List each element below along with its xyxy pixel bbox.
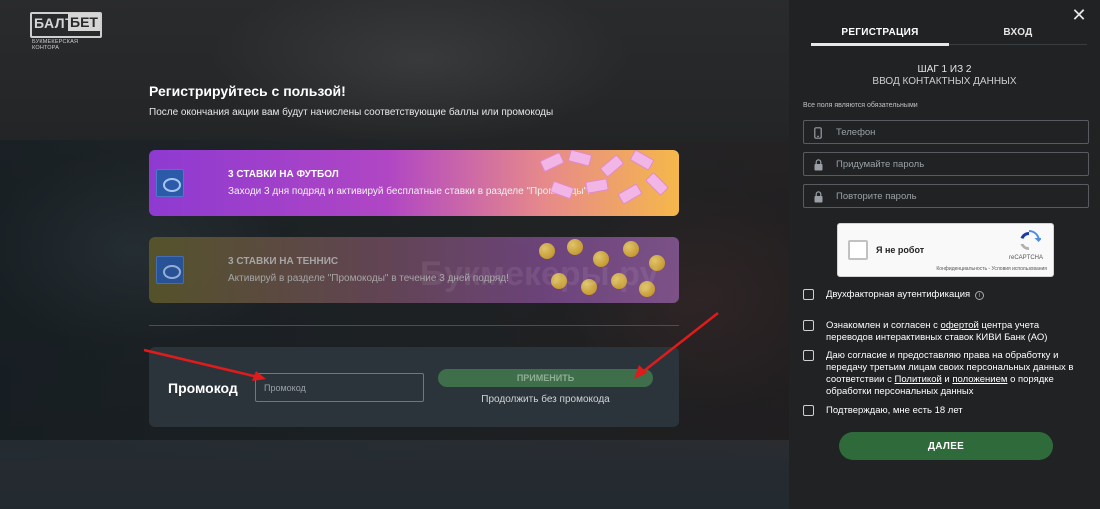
phone-field[interactable]: Телефон xyxy=(803,120,1089,144)
card-title: 3 СТАВКИ НА ФУТБОЛ xyxy=(228,169,339,180)
registration-panel: ✕ РЕГИСТРАЦИЯ ВХОД ШАГ 1 ИЗ 2 ВВОД КОНТА… xyxy=(789,0,1100,509)
close-icon[interactable]: ✕ xyxy=(1070,6,1088,24)
password-repeat-field[interactable]: Повторите пароль xyxy=(803,184,1089,208)
step-title: ВВОД КОНТАКТНЫХ ДАННЫХ xyxy=(872,76,1017,87)
watermark: Букмекеры.ру xyxy=(420,255,659,293)
card-logo-icon xyxy=(156,169,184,197)
password-placeholder: Придумайте пароль xyxy=(836,159,925,170)
phone-icon xyxy=(814,127,824,139)
promo-subtitle: После окончания акции вам будут начислен… xyxy=(149,107,554,118)
divider xyxy=(149,325,679,326)
tab-registration[interactable]: РЕГИСТРАЦИЯ xyxy=(811,27,949,38)
annotation-arrow-left xyxy=(143,348,266,381)
apply-button[interactable]: ПРИМЕНИТЬ xyxy=(438,369,653,387)
policy-link[interactable]: Политикой xyxy=(895,374,942,385)
age-label: Подтверждаю, мне есть 18 лет xyxy=(826,405,963,416)
promo-card-football: 3 СТАВКИ НА ФУТБОЛ Заходи 3 дня подряд и… xyxy=(149,150,679,216)
phone-placeholder: Телефон xyxy=(836,127,876,138)
two-factor-label: Двухфакторная аутентификация i xyxy=(826,289,1088,301)
baltbet-logo[interactable]: БАЛТ БЕТ БУКМЕКЕРСКАЯ КОНТОРА xyxy=(30,12,102,51)
recaptcha-links[interactable]: Конфиденциальность - Условия использован… xyxy=(936,266,1047,272)
tab-login[interactable]: ВХОД xyxy=(949,27,1087,38)
consent-checkbox[interactable] xyxy=(803,350,814,361)
recaptcha-label: Я не робот xyxy=(876,245,925,255)
lock-icon xyxy=(814,191,824,203)
tab-active-indicator xyxy=(811,43,949,46)
age-checkbox[interactable] xyxy=(803,405,814,416)
recaptcha-widget: Я не робот reCAPTCHA Конфиденциальность … xyxy=(837,223,1054,277)
offer-label: Ознакомлен и согласен с офертой центра у… xyxy=(826,320,1048,343)
promocode-input[interactable] xyxy=(255,373,424,402)
recaptcha-brand: reCAPTCHA xyxy=(1008,255,1043,261)
recaptcha-checkbox[interactable] xyxy=(848,240,868,260)
next-button[interactable]: ДАЛЕЕ xyxy=(839,432,1053,460)
password-repeat-placeholder: Повторите пароль xyxy=(836,191,917,202)
promo-title: Регистрируйтесь с пользой! xyxy=(149,83,346,99)
step-counter: ШАГ 1 ИЗ 2 xyxy=(917,64,972,75)
card-title: 3 СТАВКИ НА ТЕННИС xyxy=(228,256,339,267)
two-factor-checkbox[interactable] xyxy=(803,289,814,300)
card-logo-icon xyxy=(156,256,184,284)
money-decoration-icon xyxy=(531,150,671,216)
password-field[interactable]: Придумайте пароль xyxy=(803,152,1089,176)
consent-label: Даю согласие и предоставляю права на обр… xyxy=(826,350,1074,397)
offer-link[interactable]: офертой xyxy=(941,320,979,331)
offer-checkbox[interactable] xyxy=(803,320,814,331)
required-note: Все поля являются обязательными xyxy=(803,102,918,109)
recaptcha-logo-icon xyxy=(1020,230,1041,251)
lock-icon xyxy=(814,159,824,171)
continue-without-promocode-link[interactable]: Продолжить без промокода xyxy=(438,394,653,405)
annotation-arrow-right xyxy=(634,312,719,379)
info-icon[interactable]: i xyxy=(974,291,984,300)
regulation-link[interactable]: положением xyxy=(952,374,1007,385)
